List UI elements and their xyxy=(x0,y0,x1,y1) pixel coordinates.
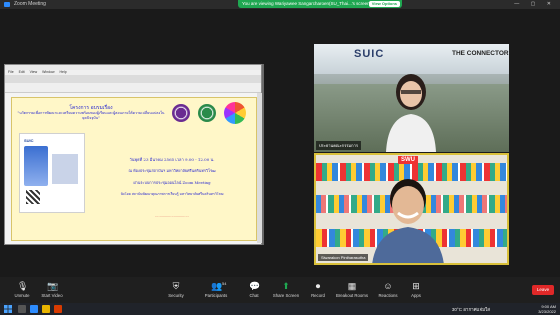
participant-video-1[interactable]: SUIC THE CONNECTOR ประธานคณะกรรมการ xyxy=(314,44,509,152)
poster-label: SUIC xyxy=(24,138,34,143)
apps-label: Apps xyxy=(411,293,421,298)
apps-icon: ⊞ xyxy=(412,281,420,291)
record-icon: ⏺ xyxy=(315,281,321,291)
doc-line-5: ผ่านระบบการประชุมออนไลน์ Zoom Meeting xyxy=(133,180,211,185)
os-taskbar: 30°C อากาศแจ่มใส 9:00 AM 3/23/2022 xyxy=(0,303,560,315)
doc-line-6: จัดโดย สถาบันพัฒนาคุณภาพการเรียนรู้ มหาว… xyxy=(120,192,224,196)
acrobat-icon[interactable] xyxy=(54,305,62,313)
participant-name-1: ประธานคณะกรรมการ xyxy=(316,141,361,150)
participant-avatar-2 xyxy=(372,179,444,263)
leave-button[interactable]: Leave xyxy=(532,285,554,295)
institute-logo-icon xyxy=(198,104,216,122)
breakout-rooms-icon: ▦ xyxy=(347,281,357,291)
start-video-label: Start Video xyxy=(41,293,63,298)
reactions-icon: ☺ xyxy=(383,281,393,291)
window-controls[interactable]: — ▢ ✕ xyxy=(514,0,556,9)
share-screen-icon: ⬆ xyxy=(282,281,290,291)
poster-graphic xyxy=(24,146,48,186)
doc-line-2: "นวัตกรรมเพื่อการพัฒนาและเตรียมความพร้อม… xyxy=(17,111,165,120)
participant-video-2[interactable]: SWU Siwarakon Pintharasutha xyxy=(314,153,509,265)
window-title: Zoom Meeting xyxy=(14,1,46,7)
folder-icon[interactable] xyxy=(42,305,50,313)
video-off-icon: 📷 xyxy=(47,281,59,291)
system-clock[interactable]: 9:00 AM 3/23/2022 xyxy=(538,304,556,314)
doc-footer-note: ............................... xyxy=(155,214,189,218)
participants-label: Participants xyxy=(204,293,228,298)
shared-app-tabbar xyxy=(5,75,261,83)
video-banner-connector: THE CONNECTOR xyxy=(452,50,509,57)
people-icon: 👥 xyxy=(211,281,223,291)
zoom-taskbar-icon[interactable] xyxy=(30,305,38,313)
chat-icon: 💬 xyxy=(249,281,261,291)
participants-button[interactable]: 👥 54 Participants xyxy=(196,281,236,298)
shared-app-toolbar xyxy=(5,83,261,93)
breakout-rooms-label: Breakout Rooms xyxy=(335,293,368,298)
security-button[interactable]: ⛨ Security xyxy=(156,281,196,298)
search-icon[interactable] xyxy=(18,305,26,313)
qr-code-icon xyxy=(26,190,40,204)
viewing-banner-text: You are viewing Wariyawee Sangarcharoen(… xyxy=(242,1,370,6)
poster-thumbnail: SUIC xyxy=(19,133,85,213)
viewing-banner: You are viewing Wariyawee Sangarcharoen(… xyxy=(238,0,402,8)
weather-widget[interactable]: 30°C อากาศแจ่มใส xyxy=(452,306,490,313)
start-video-button[interactable]: 📷 Start Video xyxy=(32,281,72,298)
participant-avatar-1 xyxy=(386,74,436,152)
shield-icon: ⛨ xyxy=(172,281,180,291)
windows-start-icon[interactable] xyxy=(4,305,12,313)
meeting-toolbar: 🎙 Unmute 📷 Start Video ⛨ Security 👥 54 P… xyxy=(0,277,560,303)
swu-banner: SWU xyxy=(398,156,418,164)
poster-speaker-photo xyxy=(52,154,78,184)
view-options-button[interactable]: View Options xyxy=(368,1,400,7)
microphone-muted-icon: 🎙 xyxy=(17,281,29,291)
doc-line-4: ณ ห้องประชุมสถาบันฯ มหาวิทยาลัยศรีนครินท… xyxy=(128,168,216,173)
doc-line-3: วันพุธที่ 23 มีนาคม 2565 เวลา 9.00 - 12.… xyxy=(129,157,215,162)
security-label: Security xyxy=(168,293,184,298)
shared-screen[interactable]: File Edit View Window Help โครงการ อบรมเ… xyxy=(4,64,262,245)
participants-count-badge: 54 xyxy=(222,281,227,286)
split-divider[interactable] xyxy=(262,64,264,245)
clock-date: 3/23/2022 xyxy=(538,309,556,314)
network-logo-icon xyxy=(224,102,246,124)
participant-name-2: Siwarakon Pintharasutha xyxy=(318,254,369,261)
video-banner-suic: SUIC xyxy=(354,48,385,60)
university-logo-icon xyxy=(172,104,190,122)
breakout-rooms-button[interactable]: ▦ Breakout Rooms xyxy=(332,281,372,298)
zoom-logo-icon xyxy=(4,2,10,7)
apps-button[interactable]: ⊞ Apps xyxy=(396,281,436,298)
